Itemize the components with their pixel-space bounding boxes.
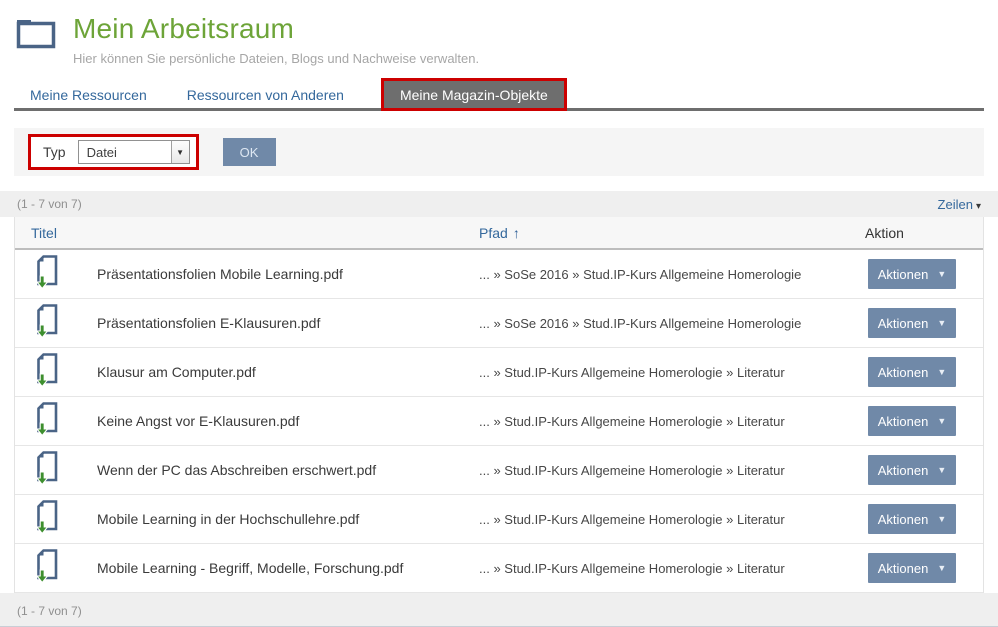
action-cell: Aktionen ▼ [853, 504, 983, 534]
actions-button[interactable]: Aktionen ▼ [868, 553, 956, 583]
table-row: Mobile Learning - Begriff, Modelle, Fors… [15, 544, 983, 593]
column-header-title[interactable]: Titel [15, 225, 479, 241]
action-cell: Aktionen ▼ [853, 455, 983, 485]
title-cell: Keine Angst vor E-Klausuren.pdf [15, 401, 479, 442]
title-cell: Klausur am Computer.pdf [15, 352, 479, 393]
header-text: Mein Arbeitsraum Hier können Sie persönl… [73, 13, 479, 66]
file-title[interactable]: Wenn der PC das Abschreiben erschwert.pd… [97, 462, 376, 478]
tab-bar: Meine Ressourcen Ressourcen von Anderen … [14, 81, 984, 111]
action-cell: Aktionen ▼ [853, 259, 983, 289]
caret-down-icon[interactable]: ▼ [171, 141, 189, 163]
rows-link-label: Zeilen [938, 197, 973, 212]
file-download-icon [35, 352, 59, 393]
type-select[interactable]: Datei ▼ [78, 140, 190, 164]
table-row: Präsentationsfolien E-Klausuren.pdf ... … [15, 299, 983, 348]
actions-button[interactable]: Aktionen ▼ [868, 259, 956, 289]
column-header-path-label: Pfad [479, 225, 508, 241]
file-download-icon [35, 401, 59, 442]
path-cell: ... » Stud.IP-Kurs Allgemeine Homerologi… [479, 365, 853, 380]
action-cell: Aktionen ▼ [853, 357, 983, 387]
table-row: Klausur am Computer.pdf ... » Stud.IP-Ku… [15, 348, 983, 397]
tab-ressourcen-von-anderen[interactable]: Ressourcen von Anderen [187, 81, 344, 108]
page-header: Mein Arbeitsraum Hier können Sie persönl… [0, 0, 998, 66]
title-cell: Wenn der PC das Abschreiben erschwert.pd… [15, 450, 479, 491]
table-row: Keine Angst vor E-Klausuren.pdf ... » St… [15, 397, 983, 446]
path-cell: ... » Stud.IP-Kurs Allgemeine Homerologi… [479, 414, 853, 429]
table-row: Mobile Learning in der Hochschullehre.pd… [15, 495, 983, 544]
action-cell: Aktionen ▼ [853, 406, 983, 436]
actions-button-label: Aktionen [878, 561, 929, 576]
folder-icon [16, 17, 56, 54]
tab-label: Ressourcen von Anderen [187, 87, 344, 103]
file-title[interactable]: Keine Angst vor E-Klausuren.pdf [97, 413, 299, 429]
actions-button[interactable]: Aktionen ▼ [868, 406, 956, 436]
title-cell: Mobile Learning in der Hochschullehre.pd… [15, 499, 479, 540]
file-download-icon [35, 499, 59, 540]
action-cell: Aktionen ▼ [853, 308, 983, 338]
tab-meine-magazin-objekte[interactable]: Meine Magazin-Objekte [384, 81, 564, 108]
title-cell: Präsentationsfolien Mobile Learning.pdf [15, 254, 479, 295]
actions-button-label: Aktionen [878, 463, 929, 478]
column-header-path[interactable]: Pfad ↑ [479, 225, 853, 241]
file-title[interactable]: Mobile Learning - Begriff, Modelle, Fors… [97, 560, 403, 576]
actions-button-label: Aktionen [878, 316, 929, 331]
actions-button-label: Aktionen [878, 365, 929, 380]
path-cell: ... » SoSe 2016 » Stud.IP-Kurs Allgemein… [479, 267, 853, 282]
pagination-bottom: (1 - 7 von 7) [0, 593, 998, 626]
caret-down-icon: ▼ [937, 563, 946, 573]
table-body: Präsentationsfolien Mobile Learning.pdf … [15, 250, 983, 593]
table-header-row: Titel Pfad ↑ Aktion [15, 217, 983, 250]
path-cell: ... » SoSe 2016 » Stud.IP-Kurs Allgemein… [479, 316, 853, 331]
actions-button-label: Aktionen [878, 414, 929, 429]
pagination-range: (1 - 7 von 7) [17, 197, 82, 211]
arrow-up-icon: ↑ [513, 225, 520, 241]
actions-button-label: Aktionen [878, 512, 929, 527]
file-download-icon [35, 548, 59, 589]
caret-down-icon: ▼ [937, 514, 946, 524]
title-cell: Präsentationsfolien E-Klausuren.pdf [15, 303, 479, 344]
caret-down-icon: ▼ [937, 465, 946, 475]
path-cell: ... » Stud.IP-Kurs Allgemeine Homerologi… [479, 561, 853, 576]
file-title[interactable]: Klausur am Computer.pdf [97, 364, 256, 380]
action-cell: Aktionen ▼ [853, 553, 983, 583]
path-cell: ... » Stud.IP-Kurs Allgemeine Homerologi… [479, 463, 853, 478]
tab-label: Meine Magazin-Objekte [400, 87, 548, 103]
caret-down-icon: ▼ [937, 367, 946, 377]
title-cell: Mobile Learning - Begriff, Modelle, Fors… [15, 548, 479, 589]
filter-bar: Typ Datei ▼ OK [14, 128, 984, 176]
caret-down-icon: ▼ [937, 269, 946, 279]
type-select-value: Datei [79, 141, 171, 163]
rows-per-page-link[interactable]: Zeilen▾ [938, 197, 981, 212]
table-row: Präsentationsfolien Mobile Learning.pdf … [15, 250, 983, 299]
actions-button[interactable]: Aktionen ▼ [868, 504, 956, 534]
tab-meine-ressourcen[interactable]: Meine Ressourcen [30, 81, 147, 108]
actions-button[interactable]: Aktionen ▼ [868, 357, 956, 387]
pagination-top: (1 - 7 von 7) Zeilen▾ [0, 191, 998, 217]
caret-down-icon: ▼ [937, 318, 946, 328]
table-row: Wenn der PC das Abschreiben erschwert.pd… [15, 446, 983, 495]
file-title[interactable]: Präsentationsfolien E-Klausuren.pdf [97, 315, 320, 331]
file-download-icon [35, 450, 59, 491]
file-title[interactable]: Mobile Learning in der Hochschullehre.pd… [97, 511, 359, 527]
files-table: Titel Pfad ↑ Aktion Präsentationsfolien M… [14, 217, 984, 593]
type-filter-label: Typ [43, 144, 66, 160]
ok-button[interactable]: OK [223, 138, 276, 166]
column-header-action: Aktion [853, 225, 983, 241]
page-title: Mein Arbeitsraum [73, 13, 479, 45]
pagination-range: (1 - 7 von 7) [17, 604, 82, 618]
page-subtitle: Hier können Sie persönliche Dateien, Blo… [73, 51, 479, 66]
actions-button-label: Aktionen [878, 267, 929, 282]
actions-button[interactable]: Aktionen ▼ [868, 308, 956, 338]
actions-button[interactable]: Aktionen ▼ [868, 455, 956, 485]
file-title[interactable]: Präsentationsfolien Mobile Learning.pdf [97, 266, 343, 282]
file-download-icon [35, 303, 59, 344]
tab-label: Meine Ressourcen [30, 87, 147, 103]
caret-down-icon: ▾ [976, 201, 981, 212]
workspace-page: Mein Arbeitsraum Hier können Sie persönl… [0, 0, 998, 627]
path-cell: ... » Stud.IP-Kurs Allgemeine Homerologi… [479, 512, 853, 527]
caret-down-icon: ▼ [937, 416, 946, 426]
type-filter-group: Typ Datei ▼ [28, 134, 199, 170]
file-download-icon [35, 254, 59, 295]
